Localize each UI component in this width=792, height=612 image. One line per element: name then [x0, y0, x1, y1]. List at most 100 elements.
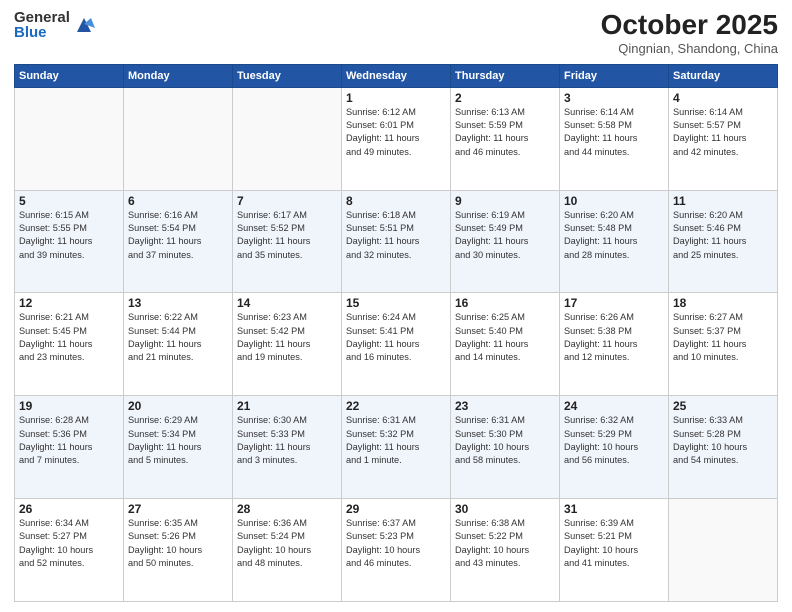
day-number: 22	[346, 399, 446, 413]
calendar-cell: 5Sunrise: 6:15 AMSunset: 5:55 PMDaylight…	[15, 190, 124, 293]
day-number: 26	[19, 502, 119, 516]
day-number: 17	[564, 296, 664, 310]
day-info: Sunrise: 6:36 AMSunset: 5:24 PMDaylight:…	[237, 517, 337, 570]
day-number: 9	[455, 194, 555, 208]
day-number: 7	[237, 194, 337, 208]
day-info: Sunrise: 6:29 AMSunset: 5:34 PMDaylight:…	[128, 414, 228, 467]
calendar-cell: 30Sunrise: 6:38 AMSunset: 5:22 PMDayligh…	[451, 499, 560, 602]
col-wednesday: Wednesday	[342, 64, 451, 87]
day-info: Sunrise: 6:12 AMSunset: 6:01 PMDaylight:…	[346, 106, 446, 159]
day-info: Sunrise: 6:26 AMSunset: 5:38 PMDaylight:…	[564, 311, 664, 364]
day-number: 31	[564, 502, 664, 516]
calendar-cell: 6Sunrise: 6:16 AMSunset: 5:54 PMDaylight…	[124, 190, 233, 293]
day-info: Sunrise: 6:20 AMSunset: 5:48 PMDaylight:…	[564, 209, 664, 262]
calendar-cell: 1Sunrise: 6:12 AMSunset: 6:01 PMDaylight…	[342, 87, 451, 190]
day-info: Sunrise: 6:38 AMSunset: 5:22 PMDaylight:…	[455, 517, 555, 570]
day-number: 20	[128, 399, 228, 413]
calendar-body: 1Sunrise: 6:12 AMSunset: 6:01 PMDaylight…	[15, 87, 778, 601]
calendar-cell: 25Sunrise: 6:33 AMSunset: 5:28 PMDayligh…	[669, 396, 778, 499]
day-info: Sunrise: 6:37 AMSunset: 5:23 PMDaylight:…	[346, 517, 446, 570]
col-sunday: Sunday	[15, 64, 124, 87]
calendar-cell: 20Sunrise: 6:29 AMSunset: 5:34 PMDayligh…	[124, 396, 233, 499]
col-tuesday: Tuesday	[233, 64, 342, 87]
day-info: Sunrise: 6:39 AMSunset: 5:21 PMDaylight:…	[564, 517, 664, 570]
day-number: 4	[673, 91, 773, 105]
col-thursday: Thursday	[451, 64, 560, 87]
calendar-cell: 12Sunrise: 6:21 AMSunset: 5:45 PMDayligh…	[15, 293, 124, 396]
day-number: 23	[455, 399, 555, 413]
week-row-3: 12Sunrise: 6:21 AMSunset: 5:45 PMDayligh…	[15, 293, 778, 396]
day-info: Sunrise: 6:31 AMSunset: 5:30 PMDaylight:…	[455, 414, 555, 467]
page: General Blue October 2025 Qingnian, Shan…	[0, 0, 792, 612]
day-info: Sunrise: 6:14 AMSunset: 5:57 PMDaylight:…	[673, 106, 773, 159]
day-info: Sunrise: 6:31 AMSunset: 5:32 PMDaylight:…	[346, 414, 446, 467]
week-row-5: 26Sunrise: 6:34 AMSunset: 5:27 PMDayligh…	[15, 499, 778, 602]
calendar-cell: 8Sunrise: 6:18 AMSunset: 5:51 PMDaylight…	[342, 190, 451, 293]
header-row: Sunday Monday Tuesday Wednesday Thursday…	[15, 64, 778, 87]
day-number: 15	[346, 296, 446, 310]
calendar-cell: 4Sunrise: 6:14 AMSunset: 5:57 PMDaylight…	[669, 87, 778, 190]
calendar-cell: 27Sunrise: 6:35 AMSunset: 5:26 PMDayligh…	[124, 499, 233, 602]
calendar-cell: 11Sunrise: 6:20 AMSunset: 5:46 PMDayligh…	[669, 190, 778, 293]
calendar-cell: 13Sunrise: 6:22 AMSunset: 5:44 PMDayligh…	[124, 293, 233, 396]
day-info: Sunrise: 6:18 AMSunset: 5:51 PMDaylight:…	[346, 209, 446, 262]
calendar-cell: 23Sunrise: 6:31 AMSunset: 5:30 PMDayligh…	[451, 396, 560, 499]
title-block: October 2025 Qingnian, Shandong, China	[601, 10, 778, 56]
calendar-cell: 15Sunrise: 6:24 AMSunset: 5:41 PMDayligh…	[342, 293, 451, 396]
calendar-cell: 9Sunrise: 6:19 AMSunset: 5:49 PMDaylight…	[451, 190, 560, 293]
calendar-cell: 2Sunrise: 6:13 AMSunset: 5:59 PMDaylight…	[451, 87, 560, 190]
calendar-cell	[233, 87, 342, 190]
day-info: Sunrise: 6:22 AMSunset: 5:44 PMDaylight:…	[128, 311, 228, 364]
day-number: 27	[128, 502, 228, 516]
calendar-cell: 24Sunrise: 6:32 AMSunset: 5:29 PMDayligh…	[560, 396, 669, 499]
calendar-cell: 10Sunrise: 6:20 AMSunset: 5:48 PMDayligh…	[560, 190, 669, 293]
day-info: Sunrise: 6:27 AMSunset: 5:37 PMDaylight:…	[673, 311, 773, 364]
day-number: 3	[564, 91, 664, 105]
day-info: Sunrise: 6:20 AMSunset: 5:46 PMDaylight:…	[673, 209, 773, 262]
day-number: 25	[673, 399, 773, 413]
day-number: 6	[128, 194, 228, 208]
calendar-cell	[15, 87, 124, 190]
day-number: 1	[346, 91, 446, 105]
week-row-2: 5Sunrise: 6:15 AMSunset: 5:55 PMDaylight…	[15, 190, 778, 293]
day-info: Sunrise: 6:19 AMSunset: 5:49 PMDaylight:…	[455, 209, 555, 262]
month-title: October 2025	[601, 10, 778, 41]
day-info: Sunrise: 6:15 AMSunset: 5:55 PMDaylight:…	[19, 209, 119, 262]
day-info: Sunrise: 6:28 AMSunset: 5:36 PMDaylight:…	[19, 414, 119, 467]
calendar-cell	[124, 87, 233, 190]
day-number: 19	[19, 399, 119, 413]
calendar-header: Sunday Monday Tuesday Wednesday Thursday…	[15, 64, 778, 87]
logo-general: General	[14, 10, 70, 25]
day-number: 28	[237, 502, 337, 516]
week-row-4: 19Sunrise: 6:28 AMSunset: 5:36 PMDayligh…	[15, 396, 778, 499]
day-info: Sunrise: 6:25 AMSunset: 5:40 PMDaylight:…	[455, 311, 555, 364]
calendar-cell: 21Sunrise: 6:30 AMSunset: 5:33 PMDayligh…	[233, 396, 342, 499]
day-info: Sunrise: 6:30 AMSunset: 5:33 PMDaylight:…	[237, 414, 337, 467]
logo-icon	[73, 14, 95, 36]
day-info: Sunrise: 6:14 AMSunset: 5:58 PMDaylight:…	[564, 106, 664, 159]
day-number: 5	[19, 194, 119, 208]
day-info: Sunrise: 6:21 AMSunset: 5:45 PMDaylight:…	[19, 311, 119, 364]
calendar-cell: 3Sunrise: 6:14 AMSunset: 5:58 PMDaylight…	[560, 87, 669, 190]
header: General Blue October 2025 Qingnian, Shan…	[14, 10, 778, 56]
day-info: Sunrise: 6:34 AMSunset: 5:27 PMDaylight:…	[19, 517, 119, 570]
day-number: 30	[455, 502, 555, 516]
calendar-cell: 16Sunrise: 6:25 AMSunset: 5:40 PMDayligh…	[451, 293, 560, 396]
day-number: 13	[128, 296, 228, 310]
calendar-cell: 28Sunrise: 6:36 AMSunset: 5:24 PMDayligh…	[233, 499, 342, 602]
col-monday: Monday	[124, 64, 233, 87]
day-number: 10	[564, 194, 664, 208]
calendar-cell: 7Sunrise: 6:17 AMSunset: 5:52 PMDaylight…	[233, 190, 342, 293]
col-saturday: Saturday	[669, 64, 778, 87]
day-number: 2	[455, 91, 555, 105]
location: Qingnian, Shandong, China	[601, 41, 778, 56]
day-info: Sunrise: 6:16 AMSunset: 5:54 PMDaylight:…	[128, 209, 228, 262]
day-info: Sunrise: 6:17 AMSunset: 5:52 PMDaylight:…	[237, 209, 337, 262]
day-info: Sunrise: 6:35 AMSunset: 5:26 PMDaylight:…	[128, 517, 228, 570]
day-number: 14	[237, 296, 337, 310]
day-number: 11	[673, 194, 773, 208]
logo: General Blue	[14, 10, 95, 40]
calendar-cell	[669, 499, 778, 602]
calendar-cell: 22Sunrise: 6:31 AMSunset: 5:32 PMDayligh…	[342, 396, 451, 499]
day-number: 24	[564, 399, 664, 413]
